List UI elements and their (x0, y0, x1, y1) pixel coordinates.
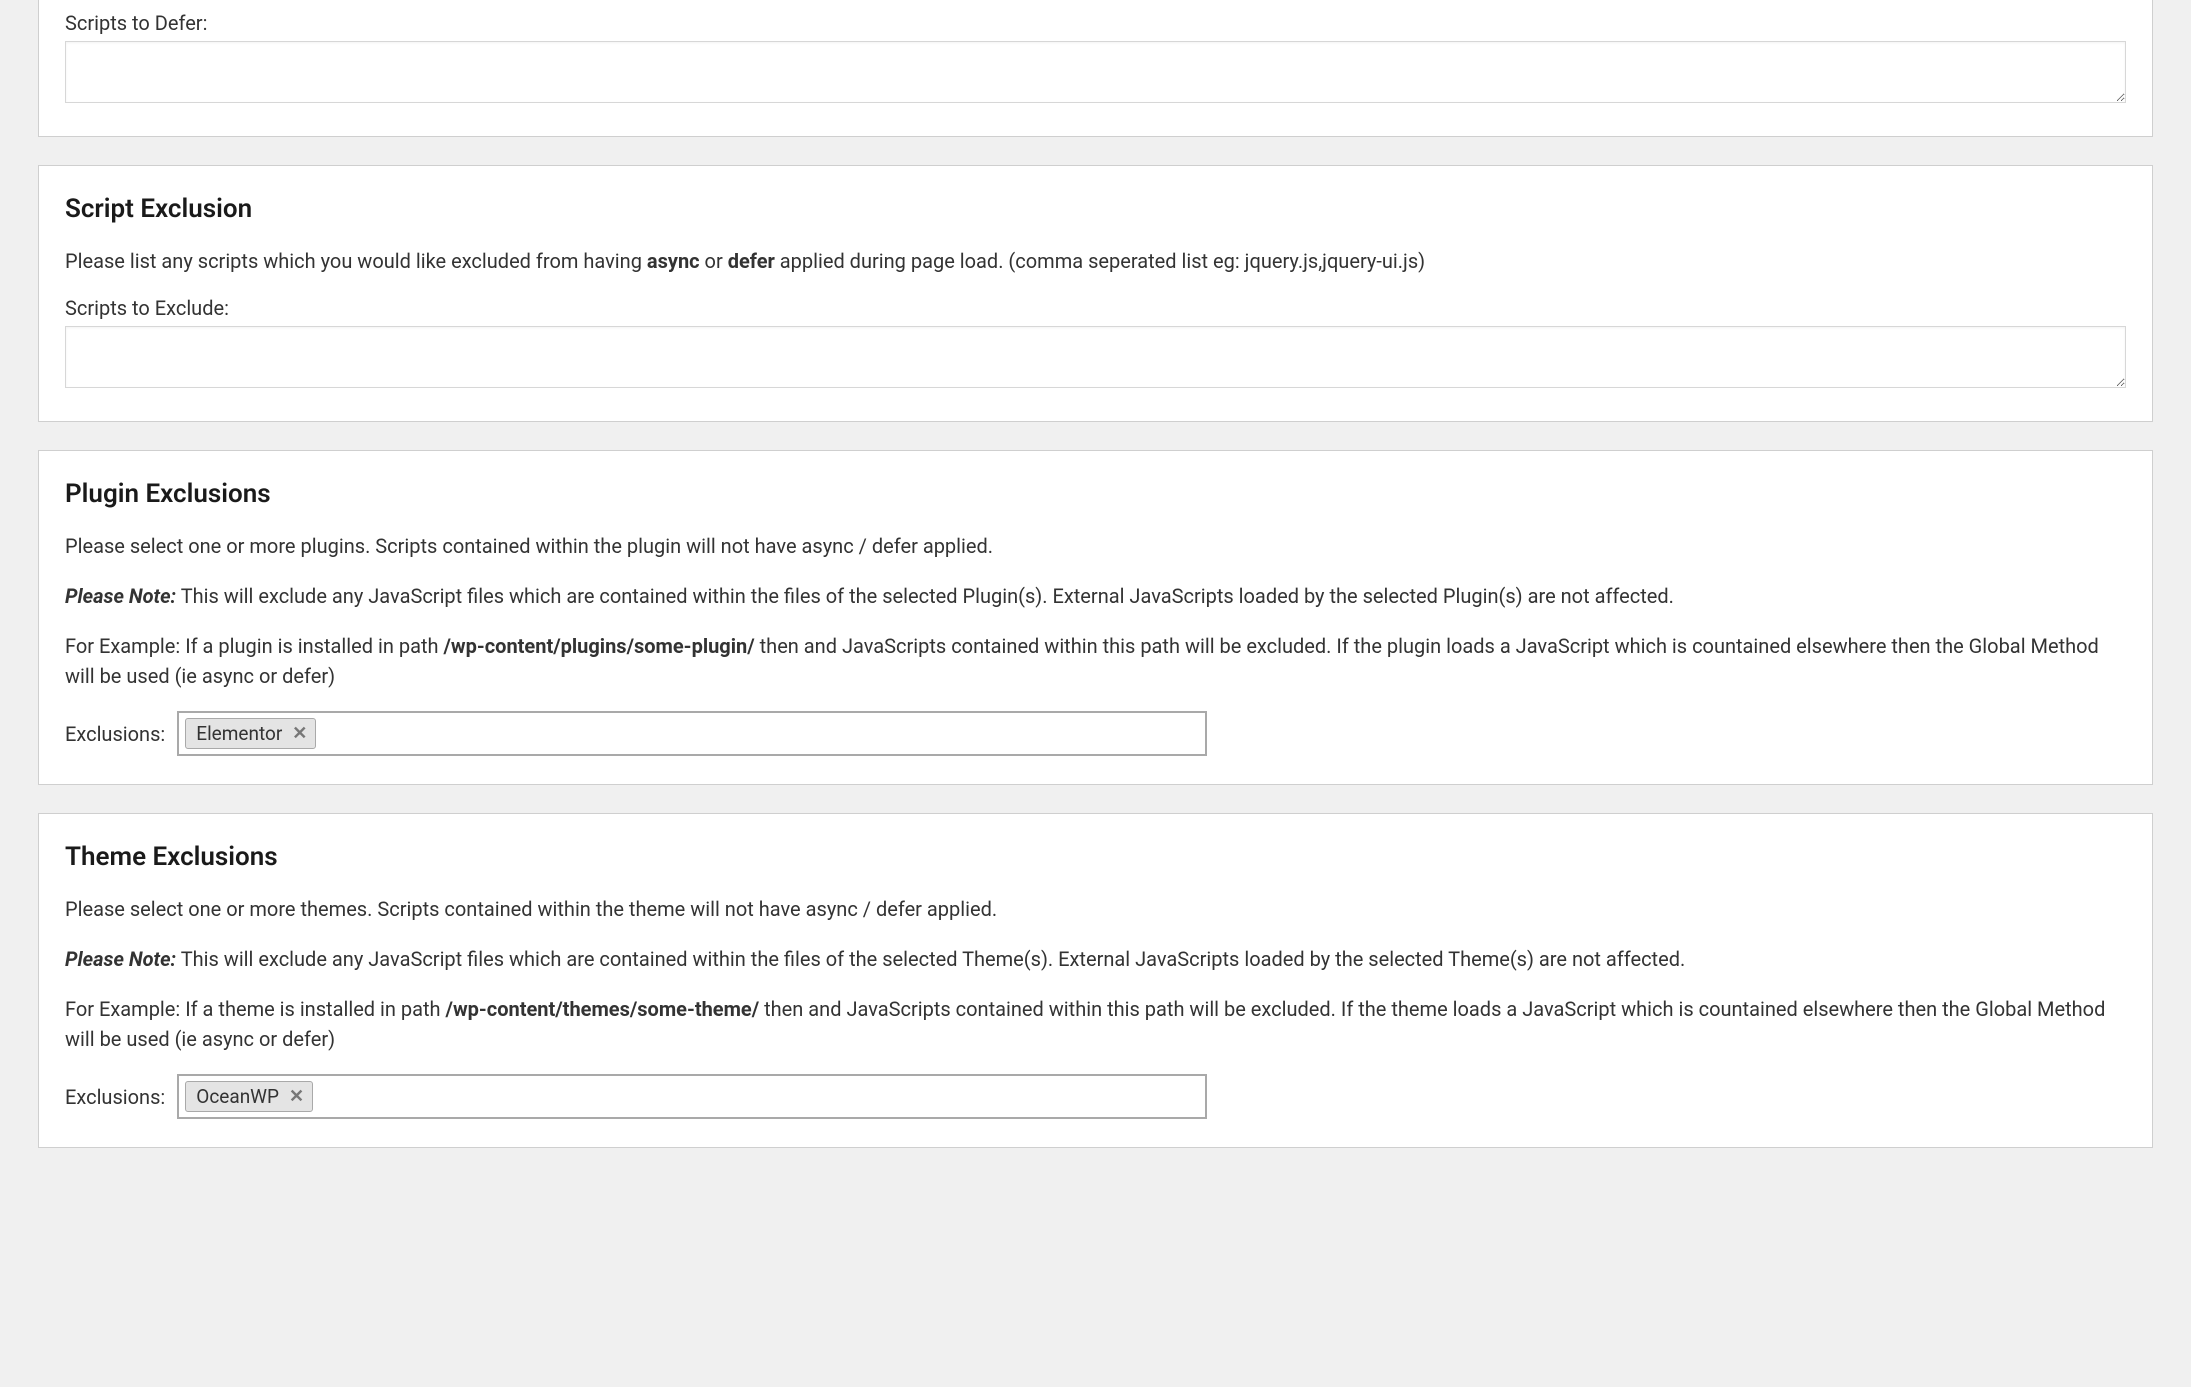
text: This will exclude any JavaScript files w… (176, 947, 1685, 971)
script-exclusion-panel: Script Exclusion Please list any scripts… (38, 165, 2153, 422)
theme-exclusions-note: Please Note: This will exclude any JavaS… (65, 944, 2126, 974)
remove-icon[interactable]: ✕ (292, 725, 307, 743)
theme-exclusions-example: For Example: If a theme is installed in … (65, 994, 2126, 1054)
bold-async: async (647, 249, 700, 273)
scripts-to-defer-label: Scripts to Defer: (65, 11, 2126, 35)
plugin-exclusions-select[interactable]: Elementor ✕ (177, 711, 1207, 756)
text: applied during page load. (comma seperat… (775, 249, 1425, 273)
plugin-exclusions-field-label: Exclusions: (65, 722, 165, 746)
theme-exclusions-title: Theme Exclusions (65, 842, 2126, 872)
scripts-to-exclude-textarea[interactable] (65, 326, 2126, 388)
theme-exclusions-p1: Please select one or more themes. Script… (65, 894, 2126, 924)
scripts-to-defer-panel: Scripts to Defer: (38, 0, 2153, 137)
theme-exclusions-panel: Theme Exclusions Please select one or mo… (38, 813, 2153, 1148)
text: For Example: If a theme is installed in … (65, 997, 446, 1021)
theme-exclusions-row: Exclusions: OceanWP ✕ (65, 1074, 2126, 1119)
bold-path: /wp-content/themes/some-theme/ (446, 997, 760, 1021)
plugin-exclusions-example: For Example: If a plugin is installed in… (65, 631, 2126, 691)
please-note-label: Please Note: (65, 947, 176, 971)
plugin-exclusions-panel: Plugin Exclusions Please select one or m… (38, 450, 2153, 785)
plugin-exclusions-row: Exclusions: Elementor ✕ (65, 711, 2126, 756)
theme-exclusions-select[interactable]: OceanWP ✕ (177, 1074, 1207, 1119)
chip-label: Elementor (196, 722, 282, 745)
bold-defer: defer (728, 249, 775, 273)
plugin-exclusions-title: Plugin Exclusions (65, 479, 2126, 509)
please-note-label: Please Note: (65, 584, 176, 608)
remove-icon[interactable]: ✕ (289, 1088, 304, 1106)
text: This will exclude any JavaScript files w… (176, 584, 1674, 608)
plugin-exclusions-note: Please Note: This will exclude any JavaS… (65, 581, 2126, 611)
text: Please list any scripts which you would … (65, 249, 647, 273)
chip-elementor[interactable]: Elementor ✕ (185, 718, 316, 749)
chip-oceanwp[interactable]: OceanWP ✕ (185, 1081, 313, 1112)
text: For Example: If a plugin is installed in… (65, 634, 444, 658)
script-exclusion-title: Script Exclusion (65, 194, 2126, 224)
script-exclusion-description: Please list any scripts which you would … (65, 246, 2126, 276)
plugin-exclusions-p1: Please select one or more plugins. Scrip… (65, 531, 2126, 561)
text: or (700, 249, 728, 273)
theme-exclusions-field-label: Exclusions: (65, 1085, 165, 1109)
scripts-to-exclude-label: Scripts to Exclude: (65, 296, 2126, 320)
chip-label: OceanWP (196, 1085, 279, 1108)
scripts-to-defer-textarea[interactable] (65, 41, 2126, 103)
bold-path: /wp-content/plugins/some-plugin/ (444, 634, 755, 658)
